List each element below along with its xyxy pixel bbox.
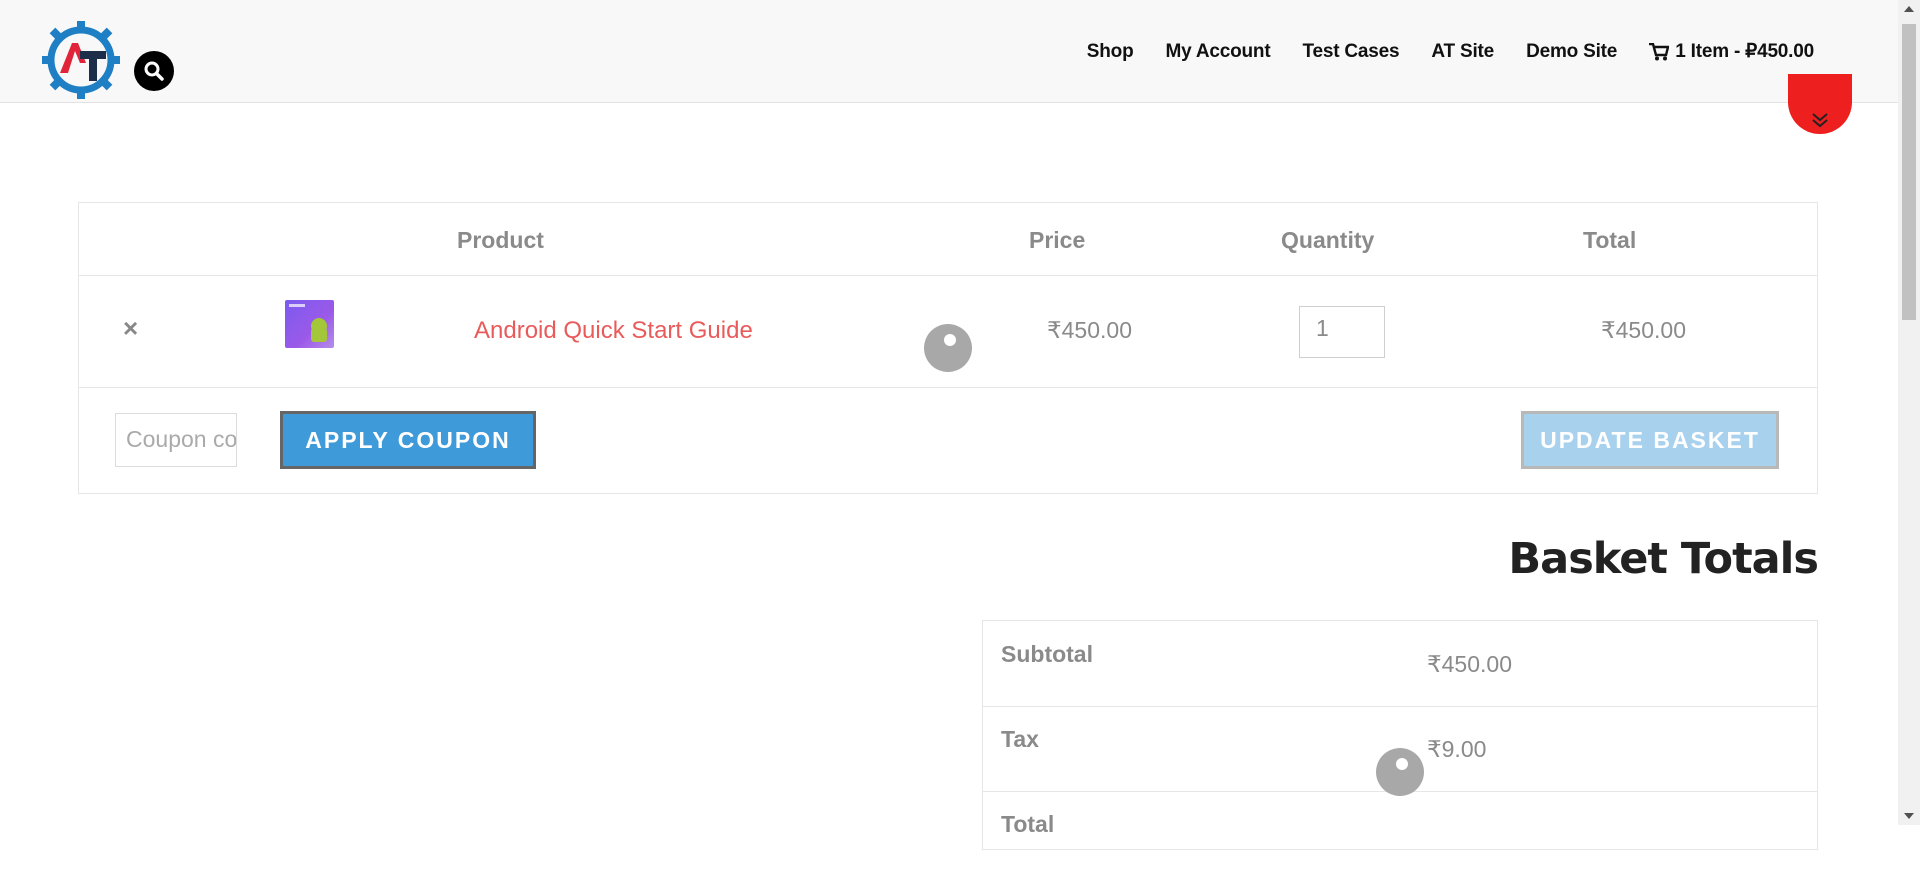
total-row: Total (983, 791, 1817, 876)
nav-at-site[interactable]: AT Site (1431, 41, 1494, 63)
scroll-down-badge[interactable] (1788, 74, 1852, 134)
double-chevron-down-icon (1812, 113, 1828, 128)
cart-icon (1649, 42, 1670, 60)
tax-label: Tax (1001, 726, 1039, 752)
cart-table-header: Product Price Quantity Total (79, 203, 1817, 276)
subtotal-value: ₹450.00 (1427, 651, 1512, 677)
header-price: Price (1029, 227, 1086, 253)
header-quantity: Quantity (1281, 227, 1375, 253)
header-total: Total (1583, 227, 1637, 253)
nav-cart[interactable]: 1 Item - ₽450.00 (1649, 40, 1814, 63)
loading-indicator (924, 324, 972, 372)
update-basket-button[interactable]: UPDATE BASKET (1521, 411, 1779, 469)
nav-demo-site[interactable]: Demo Site (1526, 41, 1617, 63)
product-name-link[interactable]: Android Quick Start Guide (474, 317, 753, 345)
coupon-input[interactable]: Coupon code (115, 413, 237, 467)
main-nav: Shop My Account Test Cases AT Site Demo … (1087, 40, 1814, 63)
cart-summary: 1 Item - ₽450.00 (1675, 41, 1814, 62)
scrollbar[interactable] (1898, 0, 1920, 825)
search-button[interactable] (134, 51, 174, 91)
site-logo[interactable] (42, 21, 120, 99)
basket-totals-title: Basket Totals (1508, 534, 1819, 584)
subtotal-row: Subtotal ₹450.00 (983, 621, 1817, 707)
loading-indicator (1376, 748, 1424, 796)
nav-my-account[interactable]: My Account (1166, 41, 1271, 63)
nav-test-cases[interactable]: Test Cases (1302, 41, 1399, 63)
basket-totals-table: Subtotal ₹450.00 Tax ₹9.00 Total (982, 620, 1818, 850)
cart-actions: Coupon code APPLY COUPON UPDATE BASKET (79, 387, 1817, 493)
item-price: ₹450.00 (1047, 317, 1132, 343)
scrollbar-thumb[interactable] (1902, 24, 1916, 320)
product-thumbnail[interactable] (285, 300, 334, 348)
android-icon (289, 304, 327, 342)
header-product: Product (457, 227, 544, 253)
scroll-up-arrow-icon[interactable] (1904, 6, 1914, 12)
nav-shop[interactable]: Shop (1087, 41, 1134, 63)
item-total: ₹450.00 (1601, 317, 1686, 343)
tax-value: ₹9.00 (1427, 736, 1487, 762)
remove-item-button[interactable]: × (123, 315, 138, 341)
scroll-down-arrow-icon[interactable] (1904, 813, 1914, 819)
quantity-input[interactable]: 1 (1299, 306, 1385, 358)
apply-coupon-button[interactable]: APPLY COUPON (280, 411, 536, 469)
site-header: Shop My Account Test Cases AT Site Demo … (0, 0, 1898, 103)
subtotal-label: Subtotal (1001, 641, 1093, 667)
search-icon (144, 61, 164, 81)
